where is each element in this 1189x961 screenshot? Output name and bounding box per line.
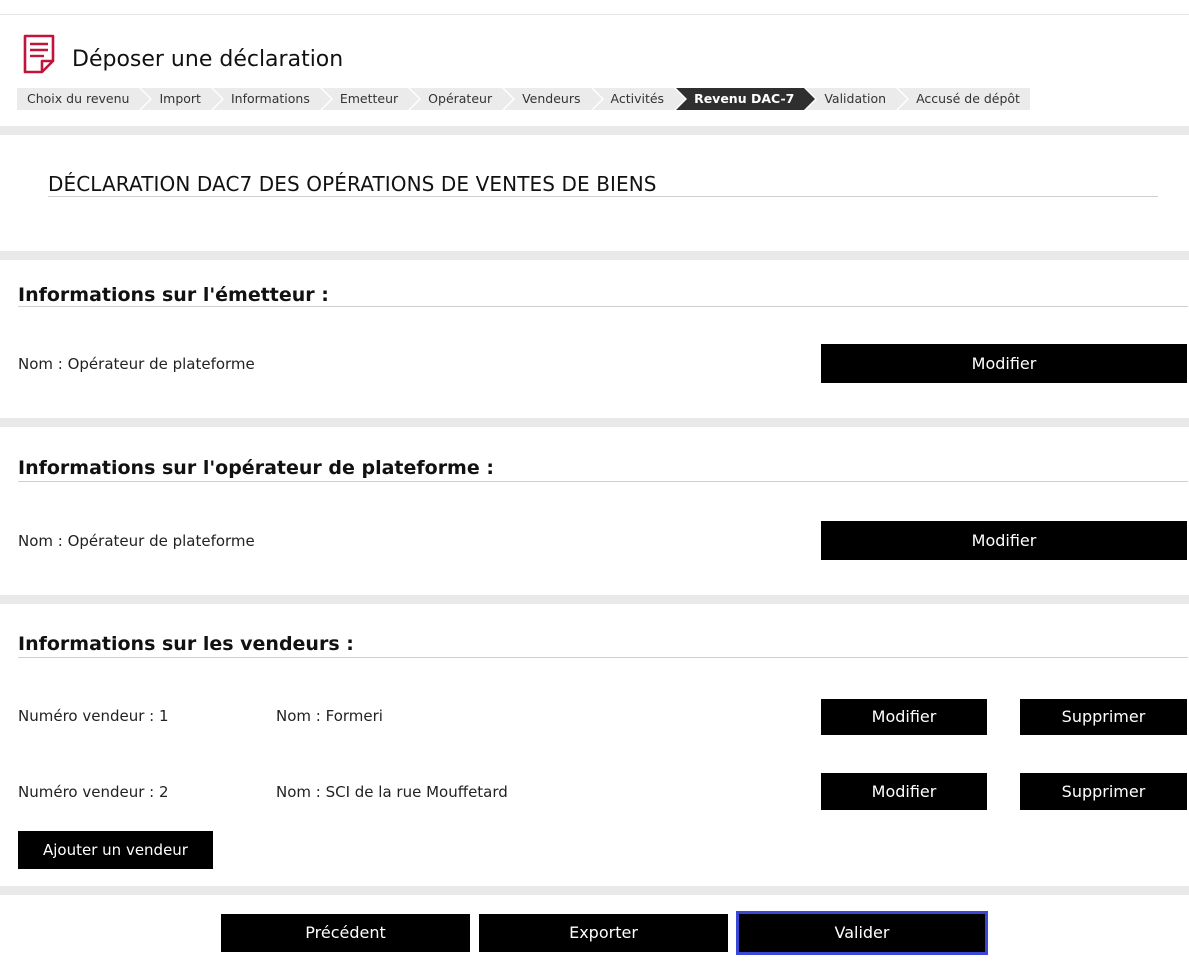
main-title-underline	[48, 196, 1158, 197]
vendeurs-section-title: Informations sur les vendeurs :	[18, 633, 354, 655]
section-band	[0, 595, 1189, 604]
vendeurs-section-underline	[18, 657, 1188, 658]
emetteur-section-title: Informations sur l'émetteur :	[18, 284, 329, 306]
breadcrumb-step-emetteur[interactable]: Emetteur	[321, 88, 422, 110]
breadcrumb-step-vendeurs[interactable]: Vendeurs	[504, 88, 604, 110]
emetteur-section-underline	[18, 306, 1188, 307]
page-title: Déposer une déclaration	[72, 47, 344, 72]
breadcrumb-step-activites[interactable]: Activités	[592, 88, 687, 110]
page-header: Déposer une déclaration	[22, 30, 343, 74]
operateur-modify-button[interactable]: Modifier	[821, 521, 1187, 560]
vendeur-name: Nom : SCI de la rue Mouffetard	[276, 783, 508, 801]
export-button[interactable]: Exporter	[479, 914, 728, 952]
vendeur-delete-button[interactable]: Supprimer	[1020, 773, 1187, 810]
vendeur-number: Numéro vendeur : 2	[18, 783, 169, 801]
breadcrumb-step-choix-du-revenu[interactable]: Choix du revenu	[17, 88, 153, 110]
breadcrumb: Choix du revenu Import Informations Emet…	[17, 88, 1187, 110]
vendeur-delete-button[interactable]: Supprimer	[1020, 699, 1187, 735]
section-band	[0, 126, 1189, 135]
document-icon	[23, 34, 55, 74]
operateur-name: Nom : Opérateur de plateforme	[18, 532, 255, 550]
operateur-section-underline	[18, 481, 1188, 482]
breadcrumb-step-operateur[interactable]: Opérateur	[410, 88, 516, 110]
vendeur-modify-button[interactable]: Modifier	[821, 699, 987, 735]
validate-button[interactable]: Valider	[736, 911, 988, 955]
vendeur-modify-button[interactable]: Modifier	[821, 773, 987, 810]
main-title: DÉCLARATION DAC7 DES OPÉRATIONS DE VENTE…	[48, 172, 657, 196]
breadcrumb-step-accuse-de-depot[interactable]: Accusé de dépôt	[898, 88, 1030, 110]
emetteur-modify-button[interactable]: Modifier	[821, 344, 1187, 383]
add-vendeur-button[interactable]: Ajouter un vendeur	[18, 831, 213, 869]
previous-button[interactable]: Précédent	[221, 914, 470, 952]
top-divider	[0, 14, 1189, 15]
vendeur-name: Nom : Formeri	[276, 707, 383, 725]
operateur-section-title: Informations sur l'opérateur de platefor…	[18, 457, 494, 479]
vendeur-number: Numéro vendeur : 1	[18, 707, 169, 725]
emetteur-name: Nom : Opérateur de plateforme	[18, 355, 255, 373]
section-band	[0, 886, 1189, 895]
section-band	[0, 418, 1189, 427]
section-band	[0, 251, 1189, 260]
breadcrumb-step-informations[interactable]: Informations	[212, 88, 333, 110]
breadcrumb-step-revenu-dac7[interactable]: Revenu DAC-7	[676, 88, 818, 110]
breadcrumb-step-validation[interactable]: Validation	[806, 88, 909, 110]
